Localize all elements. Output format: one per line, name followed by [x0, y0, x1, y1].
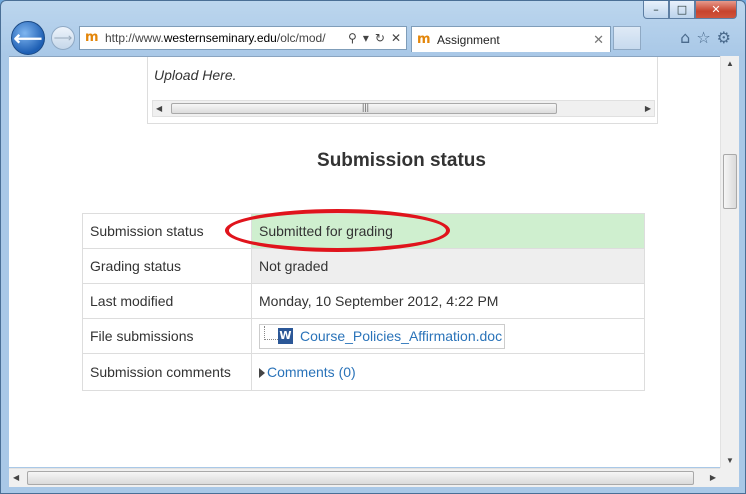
- scroll-right-arrow-icon[interactable]: ▶: [645, 104, 651, 113]
- caption-buttons: – □ ✕: [643, 1, 737, 19]
- page-horizontal-scrollbar[interactable]: ◀ ▶: [9, 468, 720, 487]
- upload-text: Upload Here.: [154, 67, 237, 83]
- url-path: /olc/mod/: [276, 31, 326, 45]
- address-bar[interactable]: m http://www.westernseminary.edu/olc/mod…: [79, 26, 407, 50]
- page-viewport: Upload Here. ◀ ||| ▶ Submission status S…: [9, 56, 739, 467]
- new-tab-button[interactable]: [613, 26, 641, 50]
- refresh-icon[interactable]: ↻: [375, 31, 385, 45]
- stop-icon[interactable]: ✕: [391, 31, 401, 45]
- highlight-ellipse-annotation: [225, 209, 450, 252]
- expand-triangle-icon[interactable]: [259, 368, 265, 379]
- scroll-up-arrow-icon[interactable]: ▲: [726, 59, 734, 68]
- home-icon[interactable]: ⌂: [680, 28, 690, 47]
- scroll-down-arrow-icon[interactable]: ▼: [726, 456, 734, 465]
- comments-cell: Comments (0): [251, 353, 645, 391]
- word-document-icon: W: [278, 328, 293, 344]
- close-window-button[interactable]: ✕: [695, 1, 737, 19]
- table-row: Last modified Monday, 10 September 2012,…: [82, 283, 645, 319]
- tools-gear-icon[interactable]: ⚙: [717, 28, 731, 47]
- url-prefix: http://www.: [105, 31, 164, 45]
- scroll-right-arrow-icon[interactable]: ▶: [710, 473, 716, 482]
- file-submissions-cell: W Course_Policies_Affirmation.doc: [251, 318, 645, 354]
- row-label: File submissions: [82, 318, 252, 354]
- url-text[interactable]: http://www.westernseminary.edu/olc/mod/: [105, 31, 348, 45]
- url-domain: westernseminary.edu: [163, 31, 277, 45]
- grading-status-value: Not graded: [251, 248, 645, 284]
- vertical-scroll-thumb[interactable]: [723, 154, 737, 209]
- table-row: Grading status Not graded: [82, 248, 645, 284]
- page-vertical-scrollbar[interactable]: ▲ ▼: [720, 56, 739, 468]
- comments-link[interactable]: Comments (0): [267, 364, 356, 380]
- arrow-left-icon: ⟵: [13, 27, 43, 50]
- table-row: Submission comments Comments (0): [82, 353, 645, 391]
- last-modified-value: Monday, 10 September 2012, 4:22 PM: [251, 283, 645, 319]
- row-label: Grading status: [82, 248, 252, 284]
- search-icon[interactable]: ⚲: [348, 31, 357, 45]
- tab-title: Assignment: [437, 32, 500, 47]
- file-link[interactable]: Course_Policies_Affirmation.doc: [300, 328, 502, 344]
- grip-icon: |||: [362, 102, 370, 112]
- back-button[interactable]: ⟵: [11, 21, 45, 55]
- tab-favicon-icon: m: [417, 31, 431, 47]
- site-favicon-icon: m: [85, 30, 99, 45]
- maximize-button[interactable]: □: [669, 1, 695, 19]
- horizontal-scroll-thumb[interactable]: [27, 471, 694, 485]
- upload-horizontal-scrollbar[interactable]: ◀ ||| ▶: [152, 100, 655, 117]
- minimize-button[interactable]: –: [643, 1, 669, 19]
- scroll-left-arrow-icon[interactable]: ◀: [156, 104, 162, 113]
- forward-button[interactable]: ⟶: [51, 26, 75, 50]
- tree-connector: [264, 326, 278, 340]
- scroll-thumb[interactable]: |||: [171, 102, 557, 114]
- row-label: Last modified: [82, 283, 252, 319]
- file-item: W Course_Policies_Affirmation.doc: [259, 323, 506, 349]
- tab-close-icon[interactable]: ✕: [593, 32, 604, 48]
- resize-corner: [720, 468, 739, 487]
- arrow-right-icon: ⟶: [53, 30, 73, 45]
- tab-assignment[interactable]: m Assignment ✕: [411, 26, 611, 52]
- upload-area: Upload Here. ◀ ||| ▶: [147, 57, 658, 124]
- browser-window: – □ ✕ ⟵ ⟶ m http://www.westernseminary.e…: [0, 0, 746, 494]
- scroll-left-arrow-icon[interactable]: ◀: [13, 473, 19, 482]
- dropdown-chevron-icon[interactable]: ▾: [363, 31, 369, 45]
- section-heading: Submission status: [317, 150, 486, 171]
- row-label: Submission comments: [82, 353, 252, 391]
- favorites-star-icon[interactable]: ☆: [696, 28, 710, 47]
- table-row: File submissions W Course_Policies_Affir…: [82, 318, 645, 354]
